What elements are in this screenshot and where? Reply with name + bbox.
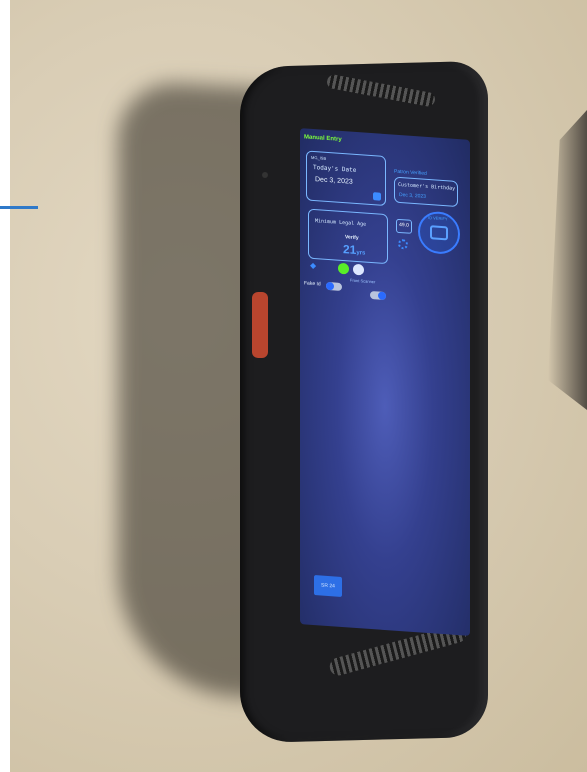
- toggle-knob: [378, 291, 386, 301]
- age-value: 21yrs: [343, 242, 366, 257]
- todays-date-label: Today's Date: [313, 163, 357, 174]
- score-box: 49.0: [396, 218, 412, 234]
- blue-accent-line: [0, 206, 38, 209]
- birthday-header: Patron Verified: [394, 168, 427, 177]
- side-sensor: [262, 172, 268, 178]
- screen-title: Manual Entry: [304, 134, 342, 143]
- minimum-age-label: Minimum Legal Age: [315, 218, 367, 228]
- top-small-label: MG_ISB: [311, 154, 327, 161]
- bottom-button[interactable]: SR 24: [314, 575, 342, 597]
- side-scan-button[interactable]: [252, 292, 268, 358]
- status-white-dot[interactable]: [353, 263, 364, 276]
- top-speaker-grille: [325, 73, 437, 108]
- calendar-icon[interactable]: [373, 192, 381, 201]
- todays-date-card: MG_ISB Today's Date Dec 3, 2023: [306, 150, 386, 207]
- fake-id-label: Fake Id: [304, 280, 321, 288]
- front-scanner-toggle[interactable]: [370, 290, 386, 301]
- seal-text: ID VERIFY: [428, 215, 448, 222]
- id-card-icon: [430, 225, 448, 241]
- fake-id-toggle[interactable]: [326, 281, 342, 291]
- binoculars-icon[interactable]: ◆: [310, 261, 316, 270]
- birthday-card: Customer's Birthday Dec 3, 2023: [394, 176, 458, 208]
- birthday-label: Customer's Birthday: [398, 181, 456, 192]
- front-scanner-label: Front Scanner: [350, 277, 376, 285]
- status-green-dot[interactable]: [338, 262, 349, 275]
- verify-label: Verify: [345, 234, 359, 242]
- minimum-age-card: Minimum Legal Age Verify 21yrs: [308, 208, 388, 265]
- id-card-seal-icon[interactable]: ID VERIFY: [418, 210, 460, 256]
- toggle-knob: [326, 281, 334, 291]
- gear-icon[interactable]: [398, 238, 408, 250]
- birthday-value: Dec 3, 2023: [399, 191, 426, 200]
- device-screen: Manual Entry MG_ISB Today's Date Dec 3, …: [300, 128, 470, 636]
- todays-date-value: Dec 3, 2023: [315, 176, 353, 186]
